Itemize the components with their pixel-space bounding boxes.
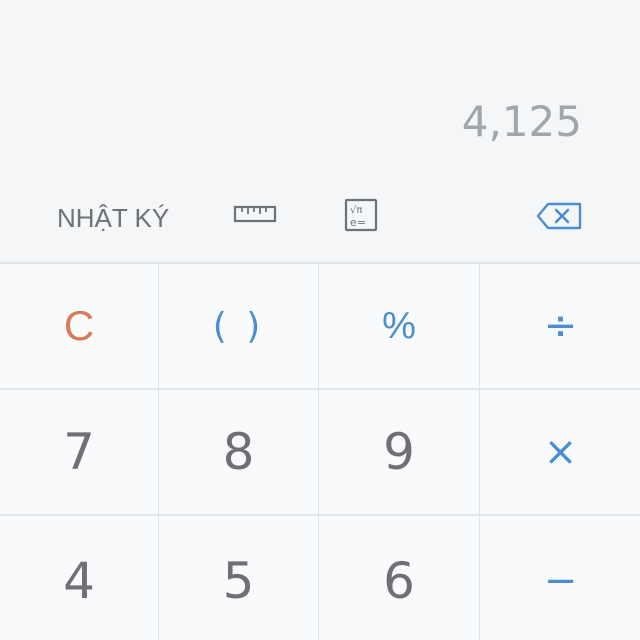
digit-6-button[interactable]: 6 xyxy=(319,516,479,640)
ruler-icon[interactable] xyxy=(233,200,277,232)
display-value: 4,125 xyxy=(461,97,582,146)
history-button[interactable]: NHẬT KÝ xyxy=(57,198,169,238)
result-display: 4,125 xyxy=(0,0,640,180)
parentheses-button[interactable]: ( ) xyxy=(159,264,318,388)
digit-4-button[interactable]: 4 xyxy=(0,516,158,640)
digit-9-button[interactable]: 9 xyxy=(319,390,479,514)
digit-8-button[interactable]: 8 xyxy=(159,390,318,514)
backspace-icon[interactable] xyxy=(535,200,585,236)
clear-button[interactable]: C xyxy=(0,264,158,388)
digit-7-button[interactable]: 7 xyxy=(0,390,158,514)
minus-button[interactable]: − xyxy=(480,516,640,640)
scientific-mode-icon[interactable]: √π e= xyxy=(344,198,378,238)
multiply-button[interactable]: × xyxy=(480,390,640,514)
percent-button[interactable]: % xyxy=(319,264,479,388)
calculator-screen: 4,125 NHẬT KÝ √π e= C ( ) % ÷ 7 8 9 × 4 … xyxy=(0,0,640,640)
divide-button[interactable]: ÷ xyxy=(480,264,640,388)
digit-5-button[interactable]: 5 xyxy=(159,516,318,640)
svg-text:√π: √π xyxy=(350,205,362,216)
svg-text:e=: e= xyxy=(350,216,366,229)
keypad: C ( ) % ÷ 7 8 9 × 4 5 6 − xyxy=(0,262,640,640)
